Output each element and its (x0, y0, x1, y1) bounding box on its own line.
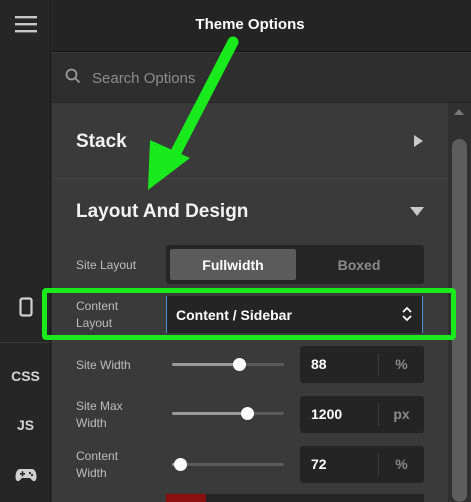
scroll-up-arrow-icon[interactable] (454, 109, 464, 115)
gamepad-icon[interactable] (0, 462, 51, 488)
chevron-down-icon (410, 207, 424, 216)
annotation-highlight-box (42, 288, 456, 340)
section-title-layout: Layout And Design (76, 201, 249, 222)
panel-header: Theme Options (52, 0, 471, 52)
site-max-width-value: 1200 (311, 406, 343, 422)
site-width-value: 88 (311, 356, 327, 372)
chevron-right-icon (414, 135, 423, 147)
css-button[interactable]: CSS (0, 366, 51, 386)
site-width-unit[interactable]: % (379, 356, 424, 372)
partial-color-picker[interactable] (166, 494, 424, 502)
slider-handle[interactable] (233, 358, 247, 371)
content-width-input[interactable]: 72 % (300, 446, 424, 483)
slider-handle[interactable] (241, 407, 255, 420)
panel-title: Theme Options (195, 16, 305, 33)
section-stack[interactable]: Stack (52, 103, 448, 178)
site-max-width-label: Site Max Width (76, 399, 123, 430)
site-max-width-unit[interactable]: px (379, 406, 424, 422)
site-max-width-slider[interactable] (172, 407, 284, 420)
site-layout-toggle: Fullwidth Boxed (166, 245, 424, 284)
content-width-value: 72 (311, 456, 327, 472)
section-layout-and-design[interactable]: Layout And Design (52, 179, 448, 239)
section-title-stack: Stack (76, 131, 127, 152)
search-icon (65, 68, 81, 89)
search-input[interactable] (92, 67, 422, 89)
slider-fill (172, 412, 248, 415)
site-width-slider[interactable] (172, 358, 284, 371)
site-width-input[interactable]: 88 % (300, 346, 424, 383)
content-width-label: Content Width (76, 449, 119, 480)
slider-fill (172, 363, 240, 366)
site-layout-label: Site Layout (76, 258, 137, 272)
hamburger-menu-icon[interactable] (0, 10, 51, 38)
left-rail: CSS JS (0, 0, 51, 502)
slider-handle[interactable] (173, 458, 187, 471)
color-swatch[interactable] (166, 494, 206, 502)
boxed-option[interactable]: Boxed (296, 249, 422, 280)
site-width-label: Site Width (76, 358, 131, 372)
content-width-slider[interactable] (172, 458, 284, 471)
fullwidth-option[interactable]: Fullwidth (170, 249, 296, 280)
search-bar (52, 53, 471, 103)
content-width-unit[interactable]: % (379, 456, 424, 472)
theme-options-panel: Theme Options Stack Layout And Design Si… (52, 0, 471, 502)
js-button[interactable]: JS (0, 415, 51, 435)
site-max-width-input[interactable]: 1200 px (300, 396, 424, 433)
